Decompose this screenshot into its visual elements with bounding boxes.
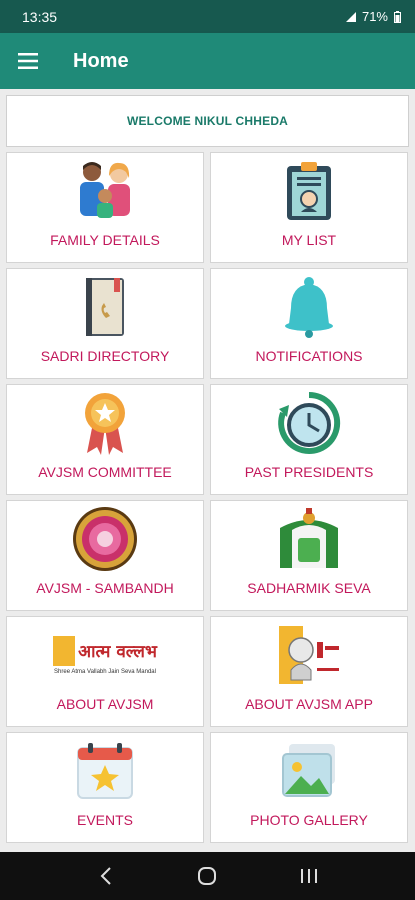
recents-icon [301,869,318,883]
tile-label: MY LIST [281,232,337,248]
tile-label: SADRI DIRECTORY [40,348,170,364]
app-info-portrait-icon [279,626,339,684]
tile-family-details[interactable]: FAMILY DETAILS [6,152,204,263]
phone-book-icon [86,278,124,336]
logo-mandal-text: Shree Atma Vallabh Jain Seva Mandal [54,668,156,675]
battery-level: 71% [361,9,388,24]
tile-my-list[interactable]: MY LIST [210,152,408,263]
status-bar: 13:35 71% [0,0,415,33]
sambandh-emblem-icon [73,507,137,571]
tile-past-presidents[interactable]: PAST PRESIDENTS [210,384,408,495]
family-icon [80,162,130,218]
tile-label: NOTIFICATIONS [255,348,363,364]
sadharmik-seva-emblem-icon [280,508,338,568]
tile-label: AVJSM - SAMBANDH [36,580,174,596]
home-button[interactable] [187,856,227,896]
tile-photo-gallery[interactable]: PHOTO GALLERY [210,732,408,843]
tile-events[interactable]: EVENTS [6,732,204,843]
tile-notifications[interactable]: NOTIFICATIONS [210,268,408,379]
atma-vallabh-logo-icon: आत्म वल्लभ Shree Atma Vallabh Jain Seva … [51,625,159,685]
tile-label: AVJSM COMMITTEE [38,464,172,480]
home-icon [198,867,217,885]
tile-label: ABOUT AVJSM [56,696,154,712]
tile-label: FAMILY DETAILS [50,232,160,248]
page-title: Home [73,49,129,72]
tile-sadharmik-seva[interactable]: SADHARMIK SEVA [210,500,408,611]
app-bar: Home [0,33,415,89]
menu-grid: FAMILY DETAILS MY LIST SADRI DIRECTORY N… [6,152,409,843]
tile-about-avjsm-app[interactable]: ABOUT AVJSM APP [210,616,408,727]
tile-label: PAST PRESIDENTS [244,464,374,480]
menu-button[interactable] [0,33,56,89]
back-button[interactable] [86,856,126,896]
welcome-banner: WELCOME NIKUL CHHEDA [6,95,409,147]
calendar-star-icon [77,743,133,799]
status-time: 13:35 [22,8,58,25]
tile-avjsm-sambandh[interactable]: AVJSM - SAMBANDH [6,500,204,611]
signal-icon [345,11,356,22]
logo-atma-text: आत्म वल्लभ [78,642,157,662]
history-clock-icon [278,391,341,454]
photo-gallery-icon [282,744,335,797]
tile-sadri-directory[interactable]: SADRI DIRECTORY [6,268,204,379]
battery-icon [394,10,401,23]
back-icon [100,867,111,885]
tile-label: EVENTS [76,812,133,828]
tile-label: ABOUT AVJSM APP [245,696,373,712]
tile-label: SADHARMIK SEVA [247,580,371,596]
award-ribbon-icon [85,393,125,455]
tile-about-avjsm[interactable]: आत्म वल्लभ Shree Atma Vallabh Jain Seva … [6,616,204,727]
bell-icon [285,277,333,338]
clipboard-icon [287,162,331,220]
recents-button[interactable] [289,856,329,896]
welcome-text: WELCOME NIKUL CHHEDA [126,114,289,128]
hamburger-menu-icon [18,53,38,69]
home-content: WELCOME NIKUL CHHEDA FAMILY DETAILS MY L… [0,89,415,852]
tile-label: PHOTO GALLERY [250,812,368,828]
tile-avjsm-committee[interactable]: AVJSM COMMITTEE [6,384,204,495]
system-nav-bar [0,852,415,900]
